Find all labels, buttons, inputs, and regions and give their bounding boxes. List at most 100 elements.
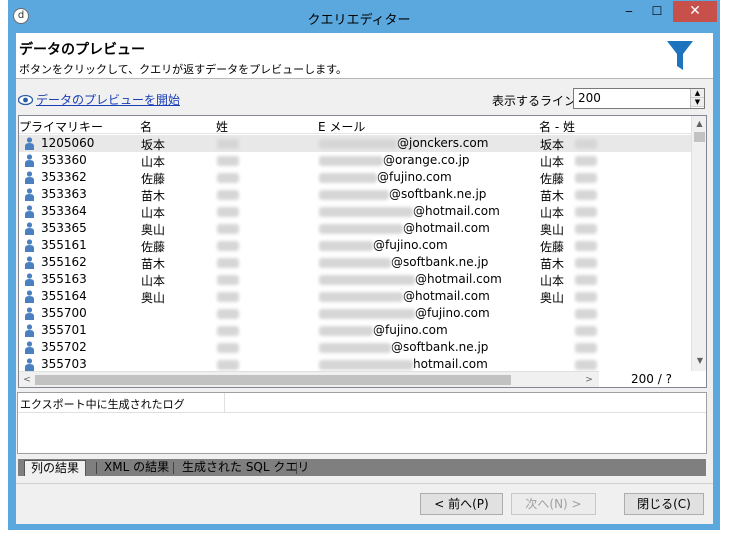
cell-name-combo: 山本 <box>540 274 565 288</box>
email-user-redacted <box>319 172 377 183</box>
app-icon: d <box>13 8 29 24</box>
cell-email: @hotmail.com <box>319 272 502 286</box>
minimize-button[interactable]: ‒ <box>615 1 643 22</box>
table-row[interactable]: 355164 奥山 @hotmail.com 奥山 <box>19 288 691 305</box>
person-icon <box>25 171 34 184</box>
person-icon <box>25 307 34 320</box>
cell-last-name-redacted <box>217 357 239 371</box>
column-header-primary-key[interactable]: プライマリキー <box>19 118 103 135</box>
email-domain: @fujino.com <box>373 323 448 337</box>
lines-stepper-spin[interactable]: ▲ ▼ <box>690 89 704 108</box>
log-divider <box>224 393 225 413</box>
cell-primary-key: 355163 <box>41 272 87 286</box>
cell-name-combo: 佐藤 <box>540 240 565 254</box>
stepper-down-icon[interactable]: ▼ <box>691 98 704 107</box>
column-header-first-name[interactable]: 名 <box>140 118 152 135</box>
query-editor-window: d クエリエディター ‒ ☐ ✕ データのプレビュー ボタンをクリックして、クエ… <box>8 0 720 530</box>
cell-last-name-redacted <box>217 204 239 218</box>
cell-email: @fujino.com <box>319 238 448 252</box>
table-row[interactable]: 355161 佐藤 @fujino.com 佐藤 <box>19 237 691 254</box>
cell-last-name-redacted <box>217 238 239 252</box>
cell-name-combo-redacted <box>575 204 597 218</box>
cell-name-combo: 佐藤 <box>540 172 565 186</box>
tab-column-results[interactable]: 列の結果 <box>24 460 87 476</box>
preview-grid[interactable]: プライマリキー 名 姓 E メール 名 - 姓 1205060 坂本 @joncke… <box>18 115 707 388</box>
table-row[interactable]: 353364 山本 @hotmail.com 山本 <box>19 203 691 220</box>
scroll-down-icon[interactable]: ▼ <box>692 353 706 369</box>
close-button[interactable]: 閉じる(C) <box>624 493 704 515</box>
scroll-up-icon[interactable]: ▲ <box>692 116 706 132</box>
title-bar[interactable]: d クエリエディター ‒ ☐ ✕ <box>9 1 719 33</box>
person-icon <box>25 256 34 269</box>
cell-email: @hotmail.com <box>319 204 500 218</box>
person-icon <box>25 358 34 371</box>
cell-name-combo: 苗木 <box>540 189 565 203</box>
cell-name-combo: 山本 <box>540 206 565 220</box>
cell-email: @softbank.ne.jp <box>319 255 488 269</box>
cell-name-combo: 奥山 <box>540 223 565 237</box>
cell-primary-key: 355700 <box>41 306 87 320</box>
table-row[interactable]: 1205060 坂本 @jonckers.com 坂本 <box>19 135 691 152</box>
cell-primary-key: 355703 <box>41 357 87 371</box>
person-icon <box>25 341 34 354</box>
start-preview-link[interactable]: データのプレビューを開始 <box>36 91 180 108</box>
vertical-scroll-thumb[interactable] <box>694 132 705 142</box>
lines-stepper-input[interactable]: 200 <box>573 88 705 109</box>
vertical-scrollbar[interactable]: ▲ ▼ <box>691 116 706 371</box>
table-row[interactable]: 355700 @fujino.com <box>19 305 691 322</box>
table-row[interactable]: 355163 山本 @hotmail.com 山本 <box>19 271 691 288</box>
tab-separator <box>173 462 174 474</box>
column-header-last-name[interactable]: 姓 <box>216 118 228 135</box>
tab-generated-sql[interactable]: 生成された SQL クエリ <box>176 460 315 476</box>
table-row[interactable]: 353362 佐藤 @fujino.com 佐藤 <box>19 169 691 186</box>
window-title: クエリエディター <box>307 13 411 28</box>
row-count-indicator: 200 / ? <box>631 372 672 386</box>
email-domain: @softbank.ne.jp <box>391 340 489 354</box>
email-user-redacted <box>319 325 373 336</box>
cell-last-name-redacted <box>217 187 239 201</box>
cell-email: hotmail.com <box>319 357 488 371</box>
next-button[interactable]: 次へ(N) > <box>511 493 596 515</box>
horizontal-scrollbar[interactable]: < > <box>19 371 599 387</box>
table-row[interactable]: 353360 山本 @orange.co.jp 山本 <box>19 152 691 169</box>
horizontal-scroll-thumb[interactable] <box>35 375 511 385</box>
table-row[interactable]: 355162 苗木 @softbank.ne.jp 苗木 <box>19 254 691 271</box>
tab-xml-results[interactable]: XML の結果 <box>98 460 175 476</box>
results-tab-strip: 列の結果 XML の結果 生成された SQL クエリ <box>18 459 706 476</box>
column-header-name-combo[interactable]: 名 - 姓 <box>539 118 575 135</box>
cell-first-name: 苗木 <box>141 189 166 203</box>
table-row[interactable]: 355702 @softbank.ne.jp <box>19 339 691 356</box>
stepper-up-icon[interactable]: ▲ <box>691 89 704 98</box>
close-window-button[interactable]: ✕ <box>673 1 717 22</box>
table-row[interactable]: 353363 苗木 @softbank.ne.jp 苗木 <box>19 186 691 203</box>
cell-email: @hotmail.com <box>319 289 490 303</box>
email-user-redacted <box>319 155 383 166</box>
scroll-right-icon[interactable]: > <box>581 372 597 387</box>
email-user-redacted <box>319 138 397 149</box>
email-domain: @fujino.com <box>415 306 490 320</box>
cell-primary-key: 355164 <box>41 289 87 303</box>
cell-name-combo-redacted <box>575 255 597 269</box>
email-user-redacted <box>319 240 373 251</box>
scroll-left-icon[interactable]: < <box>19 372 35 387</box>
cell-primary-key: 353364 <box>41 204 87 218</box>
cell-name-combo-redacted <box>575 187 597 201</box>
table-row[interactable]: 355701 @fujino.com <box>19 322 691 339</box>
cell-first-name: 奥山 <box>141 223 166 237</box>
email-user-redacted <box>319 257 391 268</box>
cell-last-name-redacted <box>217 306 239 320</box>
previous-button[interactable]: < 前へ(P) <box>420 493 503 515</box>
column-header-email[interactable]: E メール <box>318 118 365 135</box>
page-subtitle: ボタンをクリックして、クエリが返すデータをプレビューします。 <box>19 63 348 76</box>
email-user-redacted <box>319 206 413 217</box>
preview-toolbar: データのプレビューを開始 表示するライン: 200 ▲ ▼ <box>16 87 713 111</box>
table-row[interactable]: 353365 奥山 @hotmail.com 奥山 <box>19 220 691 237</box>
email-domain: @hotmail.com <box>413 204 500 218</box>
person-icon <box>25 222 34 235</box>
cell-email: @orange.co.jp <box>319 153 470 167</box>
cell-primary-key: 355702 <box>41 340 87 354</box>
cell-primary-key: 355162 <box>41 255 87 269</box>
cell-name-combo: 山本 <box>540 155 565 169</box>
cell-email: @hotmail.com <box>319 221 490 235</box>
maximize-button[interactable]: ☐ <box>643 1 671 22</box>
